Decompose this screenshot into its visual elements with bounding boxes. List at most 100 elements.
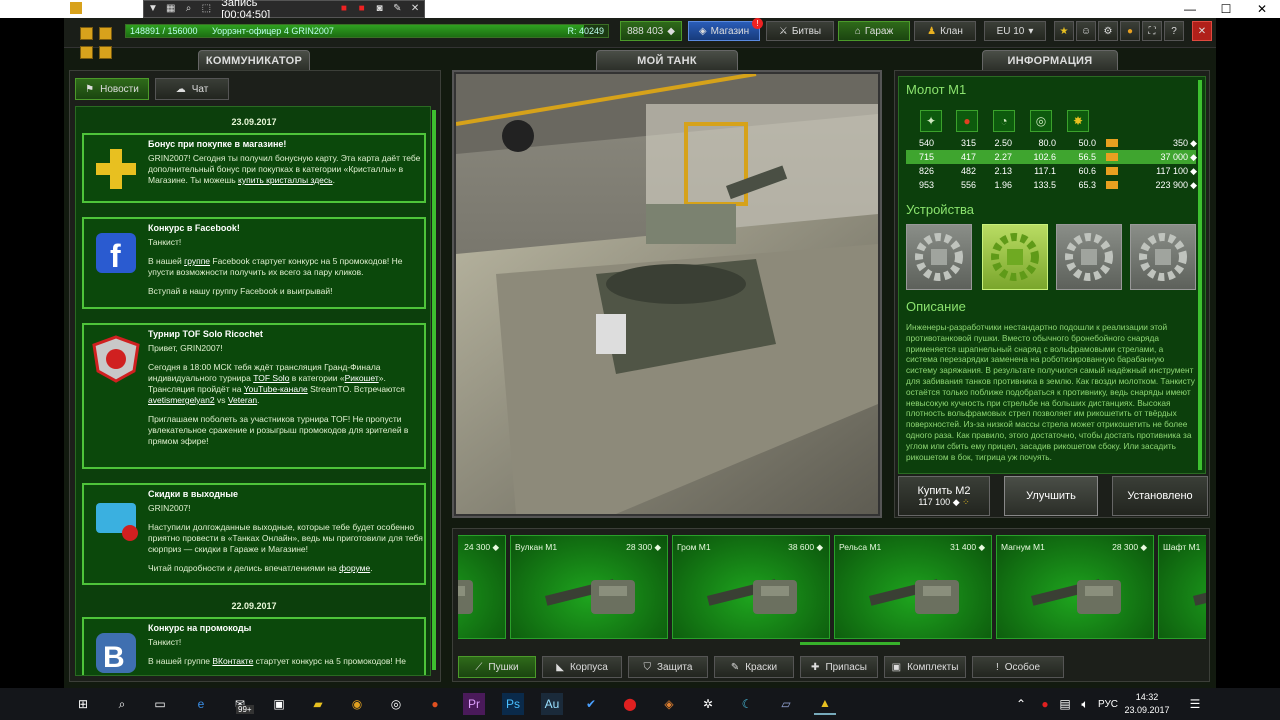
news-link[interactable]: avetismergelyan2 [148,395,215,405]
communicator-tab[interactable]: КОММУНИКАТОР [198,50,310,72]
tray-record-icon[interactable]: ● [1034,693,1056,715]
category-tab[interactable]: ⛉ Защита [628,656,708,678]
strip-scrollbar[interactable] [800,642,900,645]
category-tab[interactable]: ▣ Комплекты [884,656,966,678]
info-tab[interactable]: ИНФОРМАЦИЯ [982,50,1118,72]
fullscreen-icon[interactable]: ⛶ [1142,21,1162,41]
news-link[interactable]: YouTube-канале [244,384,308,394]
garage-icon: ⌂ [854,25,861,37]
region-icon[interactable]: ⬚ [200,3,212,15]
star-icon[interactable]: ★ [1054,21,1074,41]
news-scrollbar[interactable] [432,110,436,670]
battles-button[interactable]: ⚔ Битвы [766,21,834,41]
edge-icon[interactable]: e [190,693,212,715]
search-icon[interactable]: ⌕ [111,693,133,715]
device-slot[interactable] [1056,224,1122,290]
device-slot[interactable] [906,224,972,290]
record-icon[interactable]: ■ [356,3,368,15]
news-link[interactable]: группе [184,256,210,266]
info-scrollbar[interactable] [1198,80,1202,470]
category-tab[interactable]: ◣ Корпуса [542,656,622,678]
flag-icon: ⚑ [85,83,95,95]
game-app-icon[interactable]: ◈ [658,693,680,715]
camera-icon[interactable]: ◙ [374,3,386,15]
news-link[interactable]: Рикошет [345,373,379,383]
network-icon[interactable]: ▤ [1054,693,1076,715]
mytank-tab[interactable]: МОЙ ТАНК [596,50,738,72]
maximize-icon[interactable]: ☐ [1208,0,1244,18]
clan-button[interactable]: ♟ Клан [914,21,976,41]
item-strip[interactable]: 24 300 ◆ Вулкан М1 28 300 ◆ Гром М1 38 600 ◆… [458,535,1206,641]
chat-tab[interactable]: ☁ Чат [155,78,229,100]
server-select[interactable]: EU 10 ▾ [984,21,1046,41]
app-icon[interactable]: ✔ [580,693,602,715]
tool-icon[interactable]: ✲ [697,693,719,715]
language-indicator[interactable]: РУС [1098,699,1118,710]
buy-button[interactable]: Купить М2 117 100 ◆ ⁘ [898,476,990,516]
close-icon[interactable]: ✕ [409,3,421,15]
clock[interactable]: 14:32 23.09.2017 [1117,691,1177,717]
rotation-icon: ◎ [1030,110,1052,132]
garage-item[interactable]: Гром М1 38 600 ◆ [672,535,830,639]
news-feed[interactable]: 23.09.2017 Бонус при покупке в магазине!… [75,106,431,676]
shop-button[interactable]: ◈ Магазин [688,21,760,41]
stat-value: 1.96 [994,180,1012,190]
category-tab[interactable]: ✎ Краски [714,656,794,678]
sound-icon[interactable]: ● [1120,21,1140,41]
minimize-icon[interactable]: — [1172,0,1208,18]
notepad-icon[interactable]: ▱ [775,693,797,715]
upgrade-button[interactable]: Улучшить [1004,476,1098,516]
news-tab[interactable]: ⚑ Новости [75,78,149,100]
start-icon[interactable]: ⊞ [72,693,94,715]
garage-button[interactable]: ⌂ Гараж [838,21,910,41]
tank-preview[interactable] [456,74,878,514]
photoshop-icon[interactable]: Ps [502,693,524,715]
loader-icon[interactable]: ☾ [736,693,758,715]
news-link[interactable]: ВКонтакте [212,656,253,666]
category-tab[interactable]: ! Особое [972,656,1064,678]
dropdown-icon[interactable]: ▼ [147,3,159,15]
news-link[interactable]: TOF Solo [253,373,289,383]
settings-icon[interactable]: ⚙ [1098,21,1118,41]
item-price: 24 300 ◆ [464,542,499,552]
news-link[interactable]: Veteran [228,395,257,405]
garage-item[interactable]: 24 300 ◆ [458,535,506,639]
garage-item[interactable]: Рельса М1 31 400 ◆ [834,535,992,639]
garage-item[interactable]: Шафт М1 [1158,535,1206,639]
exit-icon[interactable]: ✕ [1192,21,1212,41]
news-link[interactable]: купить кристаллы здесь [238,175,333,185]
premiere-icon[interactable]: Pr [463,693,485,715]
menu-logo[interactable] [80,27,112,59]
tray-chevron-icon[interactable]: ⌃ [1010,693,1032,715]
category-tab[interactable]: ⟋ Пушки [458,656,536,678]
installed-button[interactable]: Установлено [1112,476,1208,516]
chrome-icon[interactable]: ◉ [346,693,368,715]
stop-icon[interactable]: ■ [338,3,350,15]
grid-icon[interactable]: ▦ [165,3,177,15]
category-tab[interactable]: ✚ Припасы [800,656,878,678]
help-icon[interactable]: ? [1164,21,1184,41]
tanki-icon[interactable]: ▲ [814,693,836,715]
news-link[interactable]: форуме [339,563,370,573]
taskview-icon[interactable]: ▭ [149,693,171,715]
steam-icon[interactable]: ◎ [385,693,407,715]
audition-icon[interactable]: Au [541,693,563,715]
record-app-icon[interactable]: ⬤ [619,693,641,715]
device-slot[interactable] [1130,224,1196,290]
close-icon[interactable]: ✕ [1244,0,1280,18]
pen-icon[interactable]: ✎ [391,3,403,15]
notifications-icon[interactable]: ☰ [1184,693,1206,715]
upgrade-price: 117 100 [1156,166,1188,176]
folder-icon[interactable]: ▰ [307,693,329,715]
friends-icon[interactable]: ☺ [1076,21,1096,41]
store-icon[interactable]: ▣ [268,693,290,715]
device-slot-active[interactable] [982,224,1048,290]
search-icon[interactable]: ⌕ [183,3,195,15]
volume-icon[interactable]: 🔈︎ [1074,693,1096,715]
recorder-app-icon[interactable]: ● [424,693,446,715]
stat-value: 315 [960,138,976,148]
stat-value: 80.0 [1038,138,1056,148]
garage-item[interactable]: Магнум М1 28 300 ◆ [996,535,1154,639]
garage-item[interactable]: Вулкан М1 28 300 ◆ [510,535,668,639]
crystals-counter[interactable]: 888 403 ◆ [620,21,682,41]
